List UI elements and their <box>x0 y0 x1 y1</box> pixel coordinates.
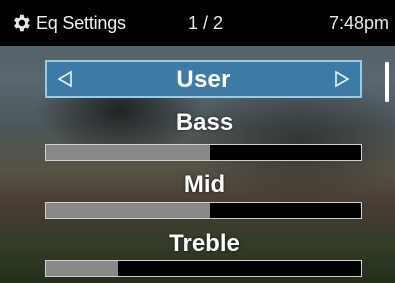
bass-slider[interactable] <box>45 144 362 161</box>
bass-slider-fill <box>46 145 210 160</box>
gear-icon <box>14 14 30 32</box>
screen-title: Eq Settings <box>36 13 126 33</box>
treble-slider-fill <box>46 261 119 276</box>
mid-label: Mid <box>183 171 226 198</box>
mid-slider-fill <box>46 203 210 218</box>
preset-value: User <box>176 66 231 93</box>
mid-slider[interactable] <box>45 202 362 219</box>
triangle-right-icon[interactable] <box>332 69 352 89</box>
page-indicator: 1 / 2 <box>188 13 224 33</box>
treble-label: Treble <box>169 230 240 257</box>
treble-slider[interactable] <box>45 260 362 277</box>
preset-selector[interactable]: User <box>45 60 362 98</box>
status-bar: Eq Settings 1 / 2 7:48pm <box>0 0 395 46</box>
clock: 7:48pm <box>328 13 389 33</box>
bass-label: Bass <box>175 109 234 136</box>
eq-content: User Bass Mid Treble <box>0 46 395 283</box>
eq-settings-screen: Eq Settings 1 / 2 7:48pm User Bass Mid T… <box>0 0 395 283</box>
scrollbar[interactable] <box>385 62 389 102</box>
